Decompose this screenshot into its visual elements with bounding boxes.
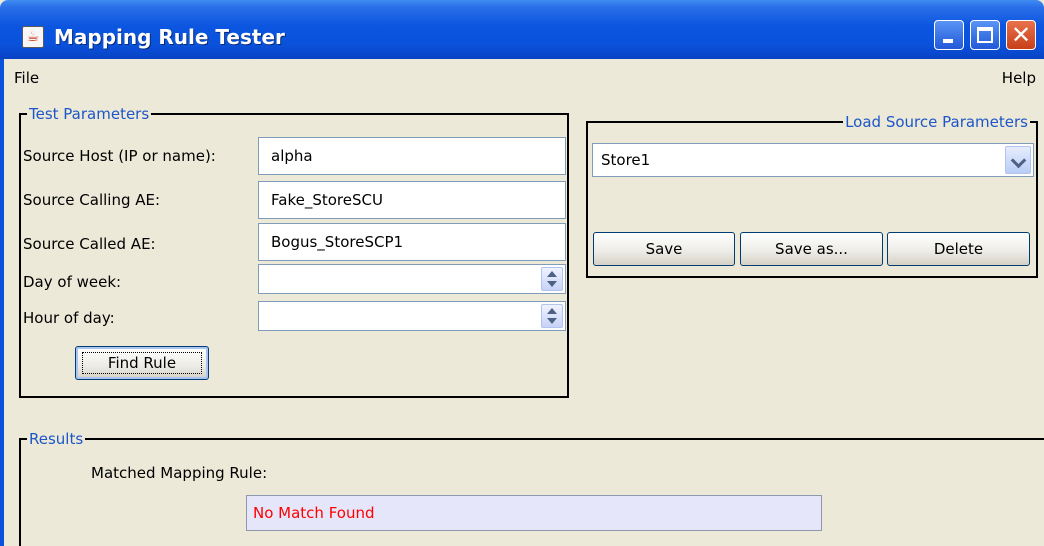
hour-of-day-label: Hour of day: [23, 309, 115, 327]
save-as-button[interactable]: Save as... [740, 232, 883, 266]
source-parameters-select[interactable]: Store1 [592, 143, 1034, 177]
day-of-week-label: Day of week: [23, 273, 122, 291]
save-as-button-label: Save as... [775, 240, 848, 258]
source-host-label: Source Host (IP or name): [23, 147, 216, 165]
focus-ring [82, 352, 202, 374]
called-ae-input[interactable]: Bogus_StoreSCP1 [258, 223, 566, 261]
window-frame-left [0, 59, 4, 546]
menu-file[interactable]: File [14, 69, 39, 87]
source-parameters-selected: Store1 [601, 151, 651, 169]
results-title: Results [27, 430, 86, 448]
title-bar[interactable]: ☕ Mapping Rule Tester ✕ [0, 0, 1044, 59]
find-rule-button[interactable]: Find Rule [75, 346, 209, 380]
menu-help[interactable]: Help [1002, 69, 1036, 87]
matched-mapping-rule-label: Matched Mapping Rule: [91, 464, 268, 482]
hour-of-day-spinner[interactable] [258, 301, 566, 331]
spin-up-icon [547, 271, 557, 277]
day-of-week-spinner[interactable] [258, 264, 566, 294]
save-button-label: Save [645, 240, 683, 258]
close-icon: ✕ [1010, 21, 1032, 49]
java-icon: ☕ [22, 26, 44, 48]
close-button[interactable]: ✕ [1006, 20, 1036, 50]
delete-button[interactable]: Delete [887, 232, 1030, 266]
maximize-icon [977, 27, 993, 43]
test-parameters-group: Test Parameters Source Host (IP or name)… [19, 105, 569, 398]
calling-ae-input[interactable]: Fake_StoreSCU [258, 181, 566, 219]
minimize-button[interactable] [934, 20, 964, 50]
dropdown-button[interactable] [1005, 146, 1031, 174]
matched-mapping-rule-value: No Match Found [246, 495, 822, 531]
window-title: Mapping Rule Tester [54, 25, 285, 49]
day-of-week-spin-button[interactable] [541, 267, 563, 291]
test-parameters-title: Test Parameters [27, 105, 152, 123]
load-source-parameters-title: Load Source Parameters [843, 113, 1030, 131]
menu-bar: File Help [4, 65, 1040, 91]
save-button[interactable]: Save [593, 232, 735, 266]
chevron-down-icon [1010, 152, 1027, 169]
load-source-parameters-group: Load Source Parameters Store1 Save Save … [586, 113, 1038, 278]
source-host-input[interactable]: alpha [258, 137, 566, 175]
spin-up-icon [547, 308, 557, 314]
hour-of-day-spin-button[interactable] [541, 304, 563, 328]
mapping-rule-tester-window: ☕ Mapping Rule Tester ✕ File Help Test P… [0, 0, 1044, 546]
spin-down-icon [547, 281, 557, 287]
calling-ae-label: Source Calling AE: [23, 191, 161, 209]
called-ae-label: Source Called AE: [23, 235, 156, 253]
minimize-icon [943, 39, 953, 43]
delete-button-label: Delete [933, 240, 984, 258]
maximize-button[interactable] [970, 20, 1000, 50]
results-group: Results Matched Mapping Rule: No Match F… [19, 430, 1044, 546]
spin-down-icon [547, 318, 557, 324]
